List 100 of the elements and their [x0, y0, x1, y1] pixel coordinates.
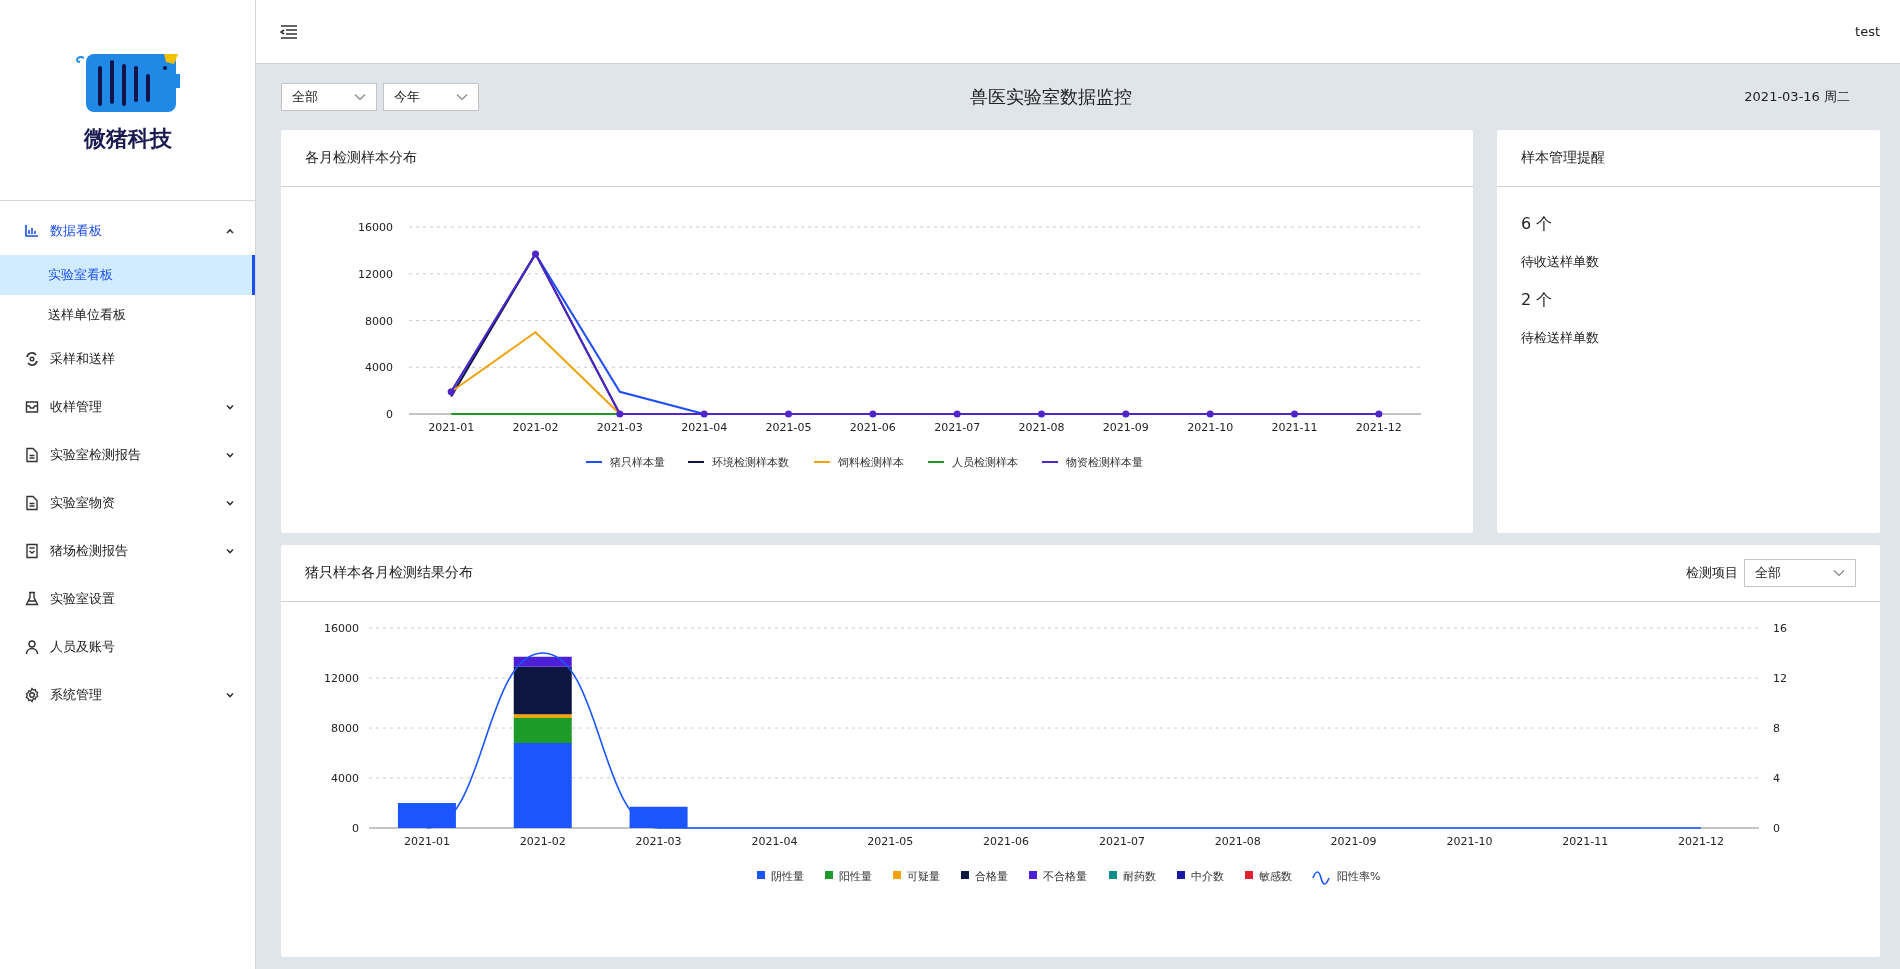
- axis-label: 4000: [331, 772, 359, 785]
- card-title: 样本管理提醒: [1521, 149, 1605, 167]
- user-name[interactable]: test: [1855, 24, 1880, 39]
- axis-label: 2021-03: [596, 421, 643, 434]
- axis-label: 2021-03: [635, 835, 682, 848]
- select-field[interactable]: 全部: [1744, 559, 1856, 587]
- data-point: [1038, 410, 1045, 418]
- stat-value: 6 个: [1521, 213, 1554, 235]
- report-icon: [24, 543, 40, 559]
- data-point: [1291, 410, 1298, 418]
- axis-label: 12: [1773, 672, 1787, 685]
- legend-label: 耐药数: [1123, 870, 1156, 883]
- nav-item[interactable]: 实验室检测报告: [0, 431, 255, 479]
- bar-chart-icon: [24, 223, 40, 239]
- caret-icon: [456, 93, 468, 101]
- data-point: [700, 410, 708, 418]
- user-icon: [24, 639, 40, 655]
- inbox-icon: [24, 399, 40, 415]
- brand-name: 微猪科技: [83, 125, 172, 153]
- axis-label: 4000: [365, 361, 393, 375]
- data-point: [447, 388, 455, 396]
- axis-label: 2021-08: [1214, 835, 1261, 848]
- axis-label: 16000: [324, 622, 359, 635]
- axis-label: 0: [1773, 822, 1780, 835]
- nav-item[interactable]: 实验室设置: [0, 575, 255, 623]
- axis-label: 8000: [331, 722, 359, 735]
- menu-icon[interactable]: [280, 24, 298, 39]
- axis-label: 0: [352, 822, 359, 835]
- axis-label: 0: [386, 408, 393, 421]
- caret-icon: [354, 93, 366, 101]
- axis-label: 2021-07: [1098, 835, 1145, 848]
- document-icon: [24, 495, 40, 511]
- document-icon: [24, 447, 40, 463]
- nav-item[interactable]: 实验室物资: [0, 479, 255, 527]
- nav-item[interactable]: 人员及账号: [0, 623, 255, 671]
- filter-label: 检测项目: [1686, 564, 1738, 582]
- nav-item[interactable]: 数据看板: [0, 207, 255, 255]
- axis-label: 2021-06: [983, 835, 1030, 848]
- card-title: 各月检测样本分布: [305, 149, 417, 167]
- axis-label: 2021-12: [1678, 835, 1725, 848]
- legend-label: 不合格量: [1043, 870, 1087, 883]
- axis-label: 16000: [358, 221, 393, 234]
- nav-subitem[interactable]: 送样单位看板: [0, 295, 255, 335]
- cycle-icon: [24, 351, 40, 367]
- legend-label: 物资检测样本量: [1066, 456, 1143, 469]
- card-title: 猪只样本各月检测结果分布: [305, 564, 473, 582]
- axis-label: 2021-07: [934, 421, 981, 434]
- axis-label: 2021-05: [765, 421, 812, 434]
- axis-label: 8: [1773, 722, 1780, 735]
- axis-label: 12000: [324, 672, 359, 685]
- legend-label: 人员检测样本: [952, 456, 1018, 469]
- axis-label: 2021-02: [512, 421, 559, 434]
- axis-label: 2021-10: [1446, 835, 1493, 848]
- select-field[interactable]: 全部: [281, 83, 377, 111]
- legend-label: 饲料检测样本: [838, 456, 904, 469]
- data-point: [616, 410, 624, 418]
- data-point: [785, 410, 792, 418]
- legend-label: 阳性量: [839, 870, 872, 883]
- axis-label: 12000: [358, 267, 393, 281]
- axis-label: 2021-11: [1562, 835, 1609, 848]
- nav-item[interactable]: 系统管理: [0, 671, 255, 719]
- select-field[interactable]: 今年: [383, 83, 479, 111]
- axis-label: 2021-09: [1330, 835, 1377, 848]
- axis-label: 2021-01: [403, 835, 450, 848]
- axis-label: 2021-04: [681, 421, 728, 434]
- axis-label: 2021-08: [1018, 421, 1065, 434]
- axis-label: 2021-01: [428, 421, 475, 434]
- axis-label: 2021-02: [519, 835, 566, 848]
- flask-icon: [24, 591, 40, 607]
- data-point: [953, 410, 961, 418]
- axis-label: 16: [1773, 622, 1787, 635]
- axis-label: 2021-05: [867, 835, 914, 848]
- axis-label: 2021-10: [1187, 421, 1234, 434]
- legend-label: 中介数: [1191, 870, 1224, 883]
- data-point: [1375, 410, 1383, 418]
- axis-label: 4: [1773, 772, 1780, 785]
- legend-label: 合格量: [975, 870, 1008, 883]
- legend-label: 可疑量: [907, 870, 940, 883]
- caret-icon: [1833, 569, 1845, 577]
- page-title: 兽医实验室数据监控: [968, 85, 1133, 109]
- nav-item[interactable]: 采样和送样: [0, 335, 255, 383]
- stat-label: 待检送样单数: [1521, 329, 1600, 347]
- axis-label: 8000: [365, 314, 393, 328]
- legend-label: 环境检测样本数: [712, 456, 789, 469]
- date-text: 2021-03-16 周二: [1743, 88, 1851, 106]
- data-point: [1122, 410, 1130, 418]
- legend-label: 敏感数: [1259, 870, 1292, 883]
- nav-item[interactable]: 猪场检测报告: [0, 527, 255, 575]
- axis-label: 2021-09: [1102, 421, 1149, 434]
- nav-subitem[interactable]: 实验室看板: [0, 255, 255, 295]
- nav-item[interactable]: 收样管理: [0, 383, 255, 431]
- stat-value: 2 个: [1521, 289, 1554, 311]
- legend-label: 阴性量: [771, 870, 804, 883]
- settings-icon: [24, 687, 40, 703]
- data-point: [1206, 410, 1214, 418]
- axis-label: 2021-04: [751, 835, 798, 848]
- axis-label: 2021-06: [849, 421, 896, 434]
- stat-label: 待收送样单数: [1521, 253, 1600, 271]
- legend-label: 猪只样本量: [610, 456, 665, 469]
- axis-label: 2021-11: [1271, 421, 1318, 434]
